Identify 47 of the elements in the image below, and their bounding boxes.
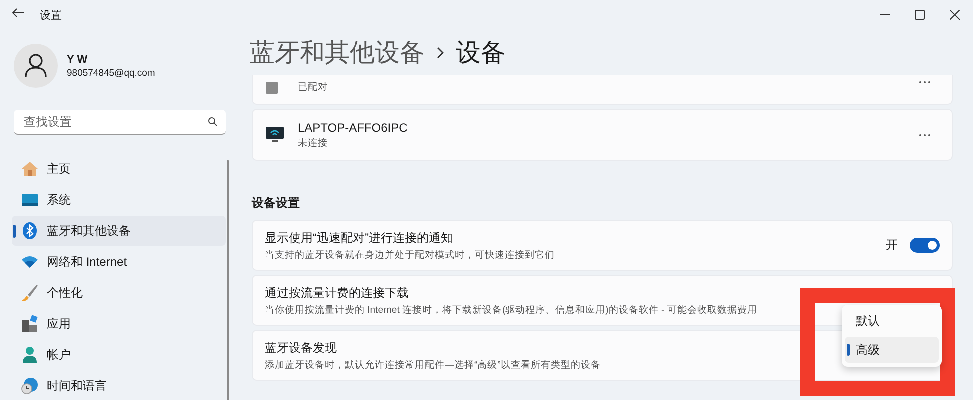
search-icon[interactable]	[208, 117, 218, 127]
back-arrow-icon[interactable]	[12, 8, 24, 18]
nav-item[interactable]: 网络和 Internet	[12, 247, 226, 277]
monitor-icon	[20, 193, 38, 207]
section-heading: 设备设置	[252, 195, 301, 212]
apps-icon	[20, 315, 38, 333]
device-status: 已配对	[298, 81, 328, 94]
nav-item[interactable]: 蓝牙和其他设备	[12, 216, 226, 246]
search-field[interactable]: 查找设置	[14, 110, 226, 135]
setting-description: 当你使用按流量计费的 Internet 连接时，将下载新设备(驱动程序、信息和应用)的设备软件 - 可能会收取数据费用	[265, 304, 758, 316]
device-name: LAPTOP-AFFO6IPC	[298, 120, 408, 134]
clock-globe-icon	[20, 377, 38, 395]
search-input[interactable]: 查找设置	[22, 114, 208, 130]
user-email: 980574845@qq.com	[67, 68, 156, 78]
nav-item[interactable]: 时间和语言	[12, 371, 226, 400]
brush-icon	[20, 284, 38, 302]
setting-description: 添加蓝牙设备时，默认允许连接常用配件—选择“高级”以查看所有类型的设备	[265, 358, 601, 372]
page-title: 设备	[456, 38, 506, 69]
menu-item[interactable]: 高级	[845, 337, 939, 363]
toggle-state: 开	[886, 237, 898, 254]
user-name: Y W	[67, 54, 89, 66]
nav-item[interactable]: 主页	[12, 154, 226, 184]
setting-title: 通过按流量计费的连接下载	[265, 284, 410, 302]
more-icon[interactable]	[919, 134, 931, 136]
setting-description: 当支持的蓝牙设备就在身边并处于配对模式时，可快速连接到它们	[265, 248, 555, 262]
setting-title: 显示使用“迅速配对”进行连接的通知	[265, 230, 454, 246]
breadcrumb-parent[interactable]: 蓝牙和其他设备	[250, 36, 425, 69]
setting-title: 蓝牙设备发现	[265, 340, 338, 356]
nav-item[interactable]: 帐户	[12, 340, 226, 370]
device-icon	[266, 82, 278, 94]
nav-item[interactable]: 应用	[12, 309, 226, 339]
person-icon	[25, 54, 47, 78]
nav-item[interactable]: 系统	[12, 185, 226, 215]
close-icon[interactable]	[950, 10, 960, 20]
home-icon	[20, 161, 38, 177]
window-title: 设置	[40, 8, 62, 22]
nav-item[interactable]: 个性化	[12, 278, 226, 308]
toggle-switch[interactable]	[910, 238, 940, 253]
monitor-icon	[266, 127, 284, 143]
person-icon	[22, 346, 38, 364]
more-icon[interactable]	[919, 80, 931, 84]
menu-item[interactable]: 默认	[845, 308, 939, 334]
wifi-icon	[20, 255, 38, 269]
maximize-icon[interactable]	[915, 10, 925, 20]
chevron-icon	[437, 46, 444, 58]
bluetooth-icon	[22, 222, 38, 240]
device-status: 未连接	[298, 136, 329, 150]
